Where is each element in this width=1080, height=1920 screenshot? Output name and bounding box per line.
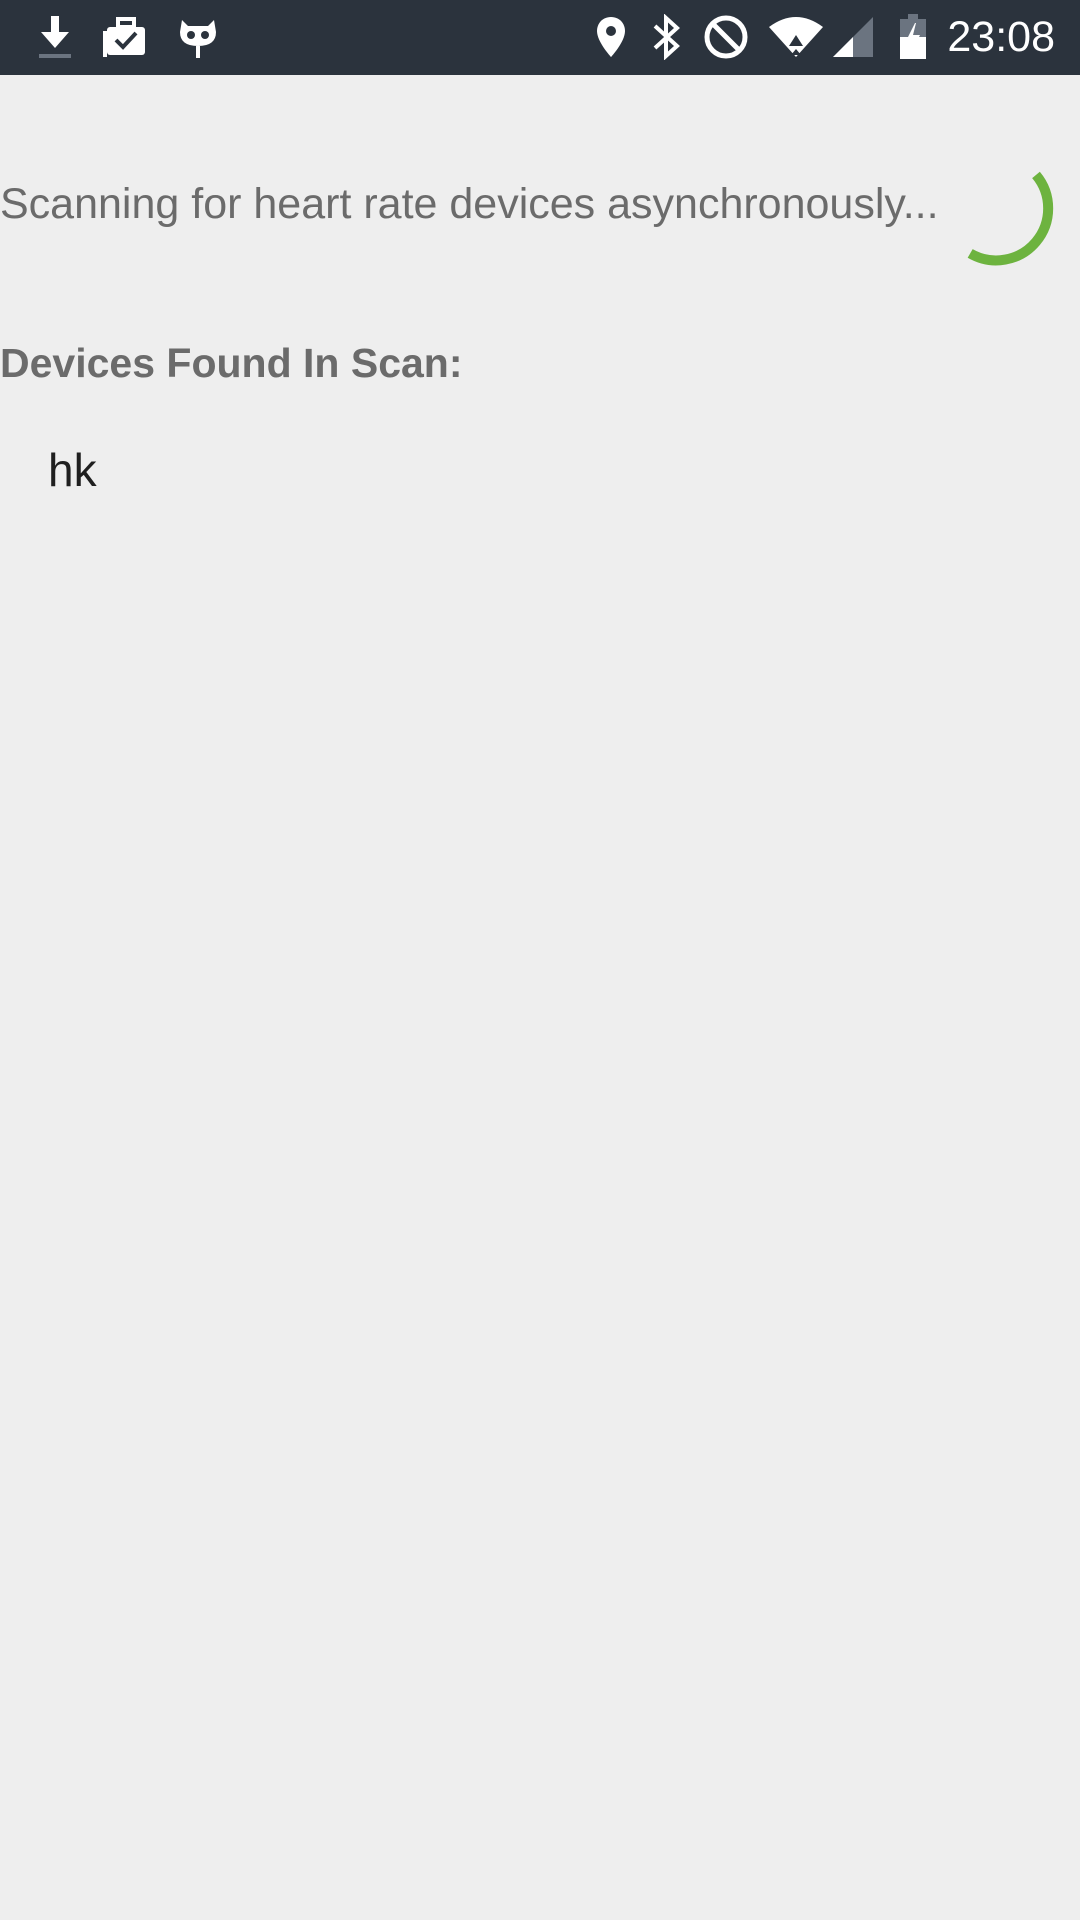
battery-charging-icon (897, 12, 929, 62)
device-list-item[interactable]: hk (0, 430, 1080, 510)
loading-spinner (967, 171, 1054, 266)
do-not-disturb-icon (702, 12, 750, 62)
wifi-icon (766, 12, 826, 62)
cell-signal-icon (830, 12, 876, 62)
clock: 23:08 (947, 13, 1055, 61)
devices-found-heading: Devices Found In Scan: (0, 340, 463, 386)
status-bar: 23:08 (0, 0, 1080, 75)
device-list: hk (0, 430, 1080, 510)
bluetooth-icon (648, 12, 684, 62)
cyanogen-mascot-icon (175, 12, 221, 62)
location-pin-icon (592, 12, 630, 62)
main-content: Scanning for heart rate devices asynchro… (0, 75, 1080, 1920)
briefcase-check-icon (103, 12, 149, 62)
download-icon (35, 12, 75, 62)
scan-status-text: Scanning for heart rate devices asynchro… (0, 180, 939, 228)
